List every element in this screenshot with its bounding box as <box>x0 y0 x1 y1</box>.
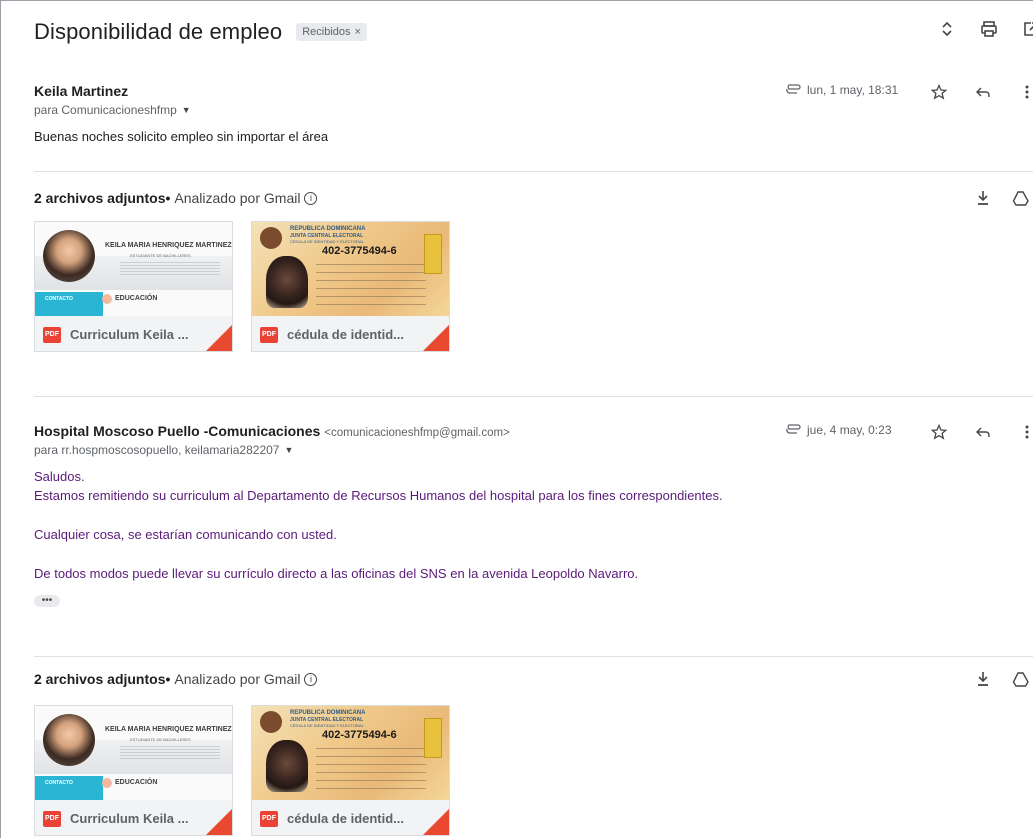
email-subject: Disponibilidad de empleo <box>34 19 283 44</box>
thread-toolbar <box>937 19 1033 39</box>
message-body: Buenas noches solicito empleo sin import… <box>34 129 329 144</box>
message-date: jue, 4 may, 0:23 <box>807 423 892 437</box>
pdf-corner-icon <box>206 809 232 835</box>
attachment-clip-icon <box>785 423 801 437</box>
cv-preview: KEILA MARIA HENRIQUEZ MARTINEZ ESTUDIANT… <box>35 222 232 316</box>
pdf-icon: PDF <box>43 810 61 827</box>
message-meta: lun, 1 may, 18:31 <box>785 83 898 97</box>
label-chip-text: Recibidos <box>302 26 351 38</box>
message-actions <box>929 422 1033 442</box>
attachments-count: 2 archivos adjuntos <box>34 671 166 687</box>
scan-note: Analizado por Gmail <box>174 671 301 687</box>
print-icon[interactable] <box>979 19 999 39</box>
label-remove-icon[interactable]: × <box>355 26 361 38</box>
body-line: De todos modos puede llevar su currículo… <box>34 566 639 581</box>
download-all-icon[interactable] <box>973 669 993 689</box>
message-meta: jue, 4 may, 0:23 <box>785 423 892 437</box>
body-line: Saludos. <box>34 469 85 484</box>
scan-note: Analizado por Gmail <box>174 190 301 206</box>
recipients-text: para rr.hospmoscosopuello, keilamaria282… <box>34 443 280 457</box>
attachments-count: 2 archivos adjuntos <box>34 190 166 206</box>
star-icon[interactable] <box>929 422 949 442</box>
cv-preview: KEILA MARIA HENRIQUEZ MARTINEZ ESTUDIANT… <box>35 706 232 800</box>
id-line3: CÉDULA DE IDENTIDAD Y ELECTORAL <box>290 723 364 728</box>
show-trimmed-content-icon[interactable]: ••• <box>34 595 60 607</box>
id-number: 402-3775494-6 <box>322 729 397 741</box>
pdf-icon: PDF <box>260 810 278 827</box>
star-icon[interactable] <box>929 82 949 102</box>
attachments-header-1: 2 archivos adjuntos • Analizado por Gmail… <box>34 190 318 206</box>
add-to-drive-icon[interactable] <box>1011 669 1031 689</box>
message-1: Keila Martinez para Comunicacioneshfmp ▼… <box>34 83 1033 144</box>
cv-photo <box>43 714 95 766</box>
download-all-icon[interactable] <box>973 188 993 208</box>
message-date: lun, 1 may, 18:31 <box>807 83 899 97</box>
cv-photo <box>43 230 95 282</box>
more-options-icon[interactable] <box>1017 422 1033 442</box>
sender-name[interactable]: Keila Martinez <box>34 83 128 99</box>
attachment-filename: Curriculum Keila ... <box>70 811 189 826</box>
cv-name: KEILA MARIA HENRIQUEZ MARTINEZ <box>105 726 232 733</box>
id-line1: REPUBLICA DOMINICANA <box>290 226 366 232</box>
seal-icon <box>260 227 282 249</box>
cv-name: KEILA MARIA HENRIQUEZ MARTINEZ <box>105 242 232 249</box>
info-icon[interactable]: i <box>304 191 318 205</box>
body-line: Estamos remitiendo su curriculum al Depa… <box>34 488 723 503</box>
attachment-cv-2[interactable]: KEILA MARIA HENRIQUEZ MARTINEZ ESTUDIANT… <box>34 705 233 836</box>
body-line: Cualquier cosa, se estarían comunicando … <box>34 527 337 542</box>
recipients-line[interactable]: para rr.hospmoscosopuello, keilamaria282… <box>34 443 1033 457</box>
reply-icon[interactable] <box>973 82 993 102</box>
attachments-actions-1 <box>973 188 1031 208</box>
id-number: 402-3775494-6 <box>322 245 397 257</box>
info-icon[interactable]: i <box>304 672 318 686</box>
id-photo <box>266 740 308 792</box>
divider <box>34 656 1033 657</box>
attachment-cv-1[interactable]: KEILA MARIA HENRIQUEZ MARTINEZ ESTUDIANT… <box>34 221 233 352</box>
attachment-filename: cédula de identid... <box>287 811 405 826</box>
attachment-filename: Curriculum Keila ... <box>70 327 189 342</box>
id-photo <box>266 256 308 308</box>
attachment-clip-icon <box>785 83 801 97</box>
add-to-drive-icon[interactable] <box>1011 188 1031 208</box>
divider <box>34 171 1033 172</box>
recipients-line[interactable]: para Comunicacioneshfmp ▼ <box>34 103 1033 117</box>
message-actions <box>929 82 1033 102</box>
recipients-dropdown-icon[interactable]: ▼ <box>284 445 293 455</box>
id-card-preview: REPUBLICA DOMINICANA JUNTA CENTRAL ELECT… <box>252 222 449 316</box>
pdf-corner-icon <box>423 325 449 351</box>
id-card-preview: REPUBLICA DOMINICANA JUNTA CENTRAL ELECT… <box>252 706 449 800</box>
attachment-id-1[interactable]: REPUBLICA DOMINICANA JUNTA CENTRAL ELECT… <box>251 221 450 352</box>
id-line3: CÉDULA DE IDENTIDAD Y ELECTORAL <box>290 239 364 244</box>
attachments-actions-2 <box>973 669 1031 689</box>
pdf-corner-icon <box>423 809 449 835</box>
attachments-header-2: 2 archivos adjuntos • Analizado por Gmail… <box>34 671 318 687</box>
recipients-dropdown-icon[interactable]: ▼ <box>182 105 191 115</box>
sender-email: <comunicacioneshfmp@gmail.com> <box>324 427 510 439</box>
label-chip-inbox[interactable]: Recibidos × <box>296 23 367 41</box>
email-thread-view: Disponibilidad de empleo Recibidos × Kei… <box>0 0 1033 838</box>
reply-icon[interactable] <box>973 422 993 442</box>
seal-icon <box>260 711 282 733</box>
pdf-icon: PDF <box>43 326 61 343</box>
id-line1: REPUBLICA DOMINICANA <box>290 710 366 716</box>
cv-contact: CONTACTO <box>45 296 73 302</box>
cv-education: EDUCACIÓN <box>115 779 158 786</box>
cv-contact: CONTACTO <box>45 780 73 786</box>
sender-name[interactable]: Hospital Moscoso Puello -Comunicaciones <box>34 423 320 439</box>
attachment-id-2[interactable]: REPUBLICA DOMINICANA JUNTA CENTRAL ELECT… <box>251 705 450 836</box>
more-options-icon[interactable] <box>1017 82 1033 102</box>
pdf-icon: PDF <box>260 326 278 343</box>
message-divider <box>34 396 1033 397</box>
pdf-corner-icon <box>206 325 232 351</box>
open-new-window-icon[interactable] <box>1021 19 1033 39</box>
attachment-filename: cédula de identid... <box>287 327 405 342</box>
recipients-text: para Comunicacioneshfmp <box>34 103 177 117</box>
cv-education: EDUCACIÓN <box>115 295 158 302</box>
cv-subtitle: ESTUDIANTE DE BACHILLERES <box>130 253 191 258</box>
cv-subtitle: ESTUDIANTE DE BACHILLERES <box>130 737 191 742</box>
message-body: Saludos. Estamos remitiendo su curriculu… <box>34 467 1033 583</box>
expand-collapse-icon[interactable] <box>937 19 957 39</box>
message-2: Hospital Moscoso Puello -Comunicaciones … <box>34 423 1033 607</box>
subject-row: Disponibilidad de empleo Recibidos × <box>34 19 367 45</box>
